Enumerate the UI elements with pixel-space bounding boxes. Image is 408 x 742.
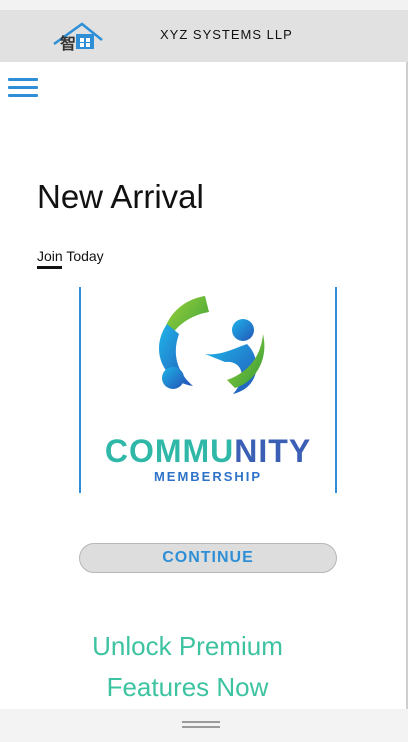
promo-text[interactable]: Unlock Premium Features Now [0,626,375,708]
bottom-bar [0,709,408,742]
join-today-link[interactable]: Join Today [37,248,104,264]
brand-name: XYZ SYSTEMS LLP [160,27,293,42]
hamburger-line [8,86,38,89]
continue-button[interactable]: CONTINUE [79,543,337,573]
community-people-icon [139,290,279,400]
card-subtitle: MEMBERSHIP [153,469,263,484]
join-underline [37,266,62,269]
handle-line [182,721,220,723]
card-title: COMMUNITY [81,433,335,470]
app-header: 智 XYZ SYSTEMS LLP [0,0,408,62]
card-title-part1: COMMU [104,433,235,469]
hamburger-line [8,78,38,81]
promo-line-2: Features Now [106,672,269,702]
handle-line [182,726,220,728]
house-icon: 智 [52,20,104,54]
card-title-part2: NITY [234,433,312,469]
drag-handle-icon[interactable] [182,721,220,729]
hamburger-menu-icon[interactable] [8,78,38,102]
community-membership-card: COMMUNITY MEMBERSHIP [79,287,337,493]
hamburger-line [8,94,38,97]
promo-line-1: Unlock Premium [92,631,283,661]
page-title: New Arrival [37,178,204,215]
logo-glyph: 智 [60,34,76,53]
